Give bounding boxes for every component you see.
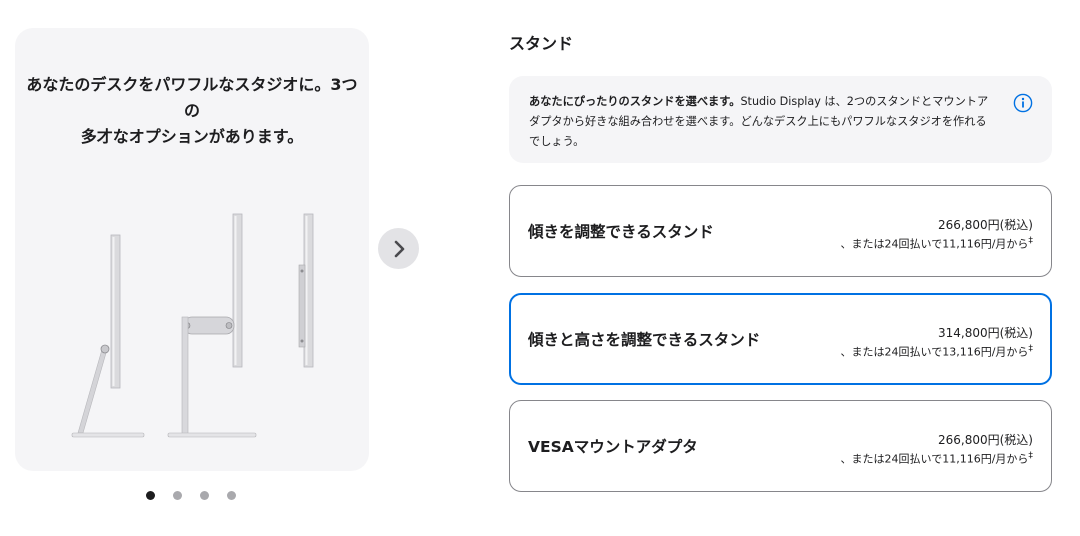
tilt-height-stand-illustration — [167, 213, 257, 438]
pagination-dot-1[interactable] — [146, 491, 155, 500]
footnote-marker[interactable]: ‡ — [1028, 450, 1033, 461]
pagination-dot-3[interactable] — [200, 491, 209, 500]
option-name: 傾きを調整できるスタンド — [528, 223, 714, 241]
gallery-next-button[interactable] — [378, 228, 419, 269]
tilt-stand-illustration — [71, 234, 145, 438]
stand-option-vesa[interactable]: VESAマウントアダプタ 266,800円(税込) 、または24回払いで11,1… — [509, 400, 1052, 492]
option-monthly-price: 、または24回払いで13,116円/月から‡ — [840, 343, 1033, 359]
stand-options-image — [71, 213, 314, 438]
info-box: あなたにぴったりのスタンドを選べます。Studio Display は、2つのス… — [509, 76, 1052, 163]
option-name: VESAマウントアダプタ — [528, 438, 698, 456]
stand-option-tilt[interactable]: 傾きを調整できるスタンド 266,800円(税込) 、または24回払いで11,1… — [509, 185, 1052, 277]
option-price: 266,800円(税込) — [938, 218, 1033, 232]
option-price: 266,800円(税込) — [938, 433, 1033, 447]
footnote-marker[interactable]: ‡ — [1028, 235, 1033, 246]
stand-option-tilt-height[interactable]: 傾きと高さを調整できるスタンド 314,800円(税込) 、または24回払いで1… — [509, 293, 1052, 385]
section-title: スタンド — [509, 34, 574, 53]
pagination-dot-4[interactable] — [227, 491, 236, 500]
option-monthly-price: 、または24回払いで11,116円/月から‡ — [840, 450, 1033, 466]
option-name: 傾きと高さを調整できるスタンド — [528, 331, 761, 349]
gallery-pagination — [146, 491, 236, 500]
pagination-dot-2[interactable] — [173, 491, 182, 500]
vesa-adapter-illustration — [298, 213, 314, 368]
stand-gallery: あなたのデスクをパワフルなスタジオに。3つの 多才なオプションがあります。 — [15, 28, 369, 471]
info-circle-icon[interactable] — [1013, 93, 1033, 113]
info-lead: あなたにぴったりのスタンドを選べます。 — [529, 95, 741, 108]
option-price: 314,800円(税込) — [938, 326, 1033, 340]
footnote-marker[interactable]: ‡ — [1028, 343, 1033, 354]
chevron-right-icon — [394, 240, 404, 257]
option-monthly-price: 、または24回払いで11,116円/月から‡ — [840, 235, 1033, 251]
